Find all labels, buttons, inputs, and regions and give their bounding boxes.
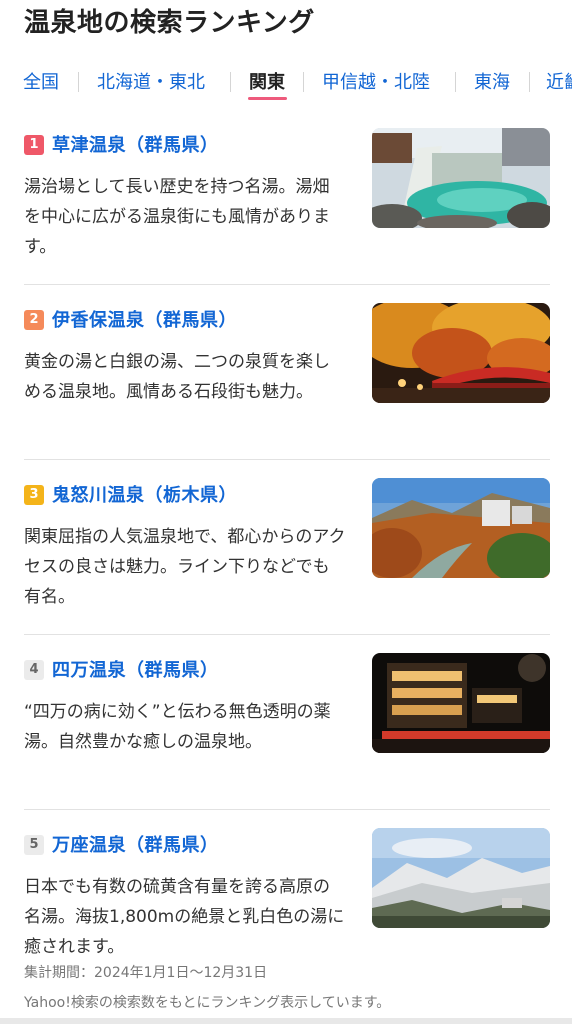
tab-divider	[78, 72, 79, 92]
onsen-name-link[interactable]: 鬼怒川温泉（栃木県）	[52, 481, 237, 507]
rank-badge: 4	[24, 660, 44, 680]
rank-badge: 2	[24, 310, 44, 330]
ryokan-night-bridge-photo[interactable]	[372, 653, 550, 753]
rank-badge: 3	[24, 485, 44, 505]
tab-divider	[529, 72, 530, 92]
onsen-description: 黄金の湯と白銀の湯、二つの泉質を楽しめる温泉地。風情ある石段街も魅力。	[24, 352, 330, 402]
onsen-name-link[interactable]: 伊香保温泉（群馬県）	[52, 306, 237, 332]
tab-divider	[303, 72, 304, 92]
yubatake-hot-spring-photo[interactable]	[372, 128, 550, 228]
tab-kinki[interactable]: 近畿	[546, 68, 572, 94]
onsen-description: “四万の病に効く”と伝わる無色透明の薬湯。自然豊かな癒しの温泉地。	[24, 702, 331, 752]
ranking-item[interactable]: 4 四万温泉（群馬県） “四万の病に効く”と伝わる無色透明の薬湯。自然豊かな癒し…	[24, 635, 550, 810]
tab-zenkoku[interactable]: 全国	[23, 68, 59, 94]
onsen-name-link[interactable]: 万座温泉（群馬県）	[52, 831, 219, 857]
autumn-bridge-night-photo[interactable]	[372, 303, 550, 403]
river-valley-hotels-photo[interactable]	[372, 478, 550, 578]
tab-kanto[interactable]: 関東	[249, 68, 285, 94]
rank-badge: 1	[24, 135, 44, 155]
aggregation-period: 集計期間：2024年1月1日〜12月31日	[24, 965, 268, 981]
ranking-source-note: Yahoo!検索の検索数をもとにランキング表示しています。	[24, 995, 391, 1011]
ranking-item[interactable]: 2 伊香保温泉（群馬県） 黄金の湯と白銀の湯、二つの泉質を楽しめる温泉地。風情あ…	[24, 285, 550, 460]
tab-koshinetsu-hokuriku[interactable]: 甲信越・北陸	[322, 68, 430, 94]
rank-badge: 5	[24, 835, 44, 855]
tab-divider	[455, 72, 456, 92]
ranking-list: 1 草津温泉（群馬県） 湯治場として長い歴史を持つ名湯。湯畑を中心に広がる温泉街…	[24, 110, 550, 985]
ranking-item[interactable]: 3 鬼怒川温泉（栃木県） 関東屈指の人気温泉地で、都心からのアクセスの良さは魅力…	[24, 460, 550, 635]
tab-hokkaido-tohoku[interactable]: 北海道・東北	[97, 68, 205, 94]
page-title: 温泉地の検索ランキング	[24, 8, 315, 38]
onsen-name-link[interactable]: 草津温泉（群馬県）	[52, 131, 219, 157]
onsen-description: 関東屈指の人気温泉地で、都心からのアクセスの良さは魅力。ライン下りなどでも有名。	[24, 527, 346, 607]
onsen-description: 日本でも有数の硫黄含有量を誇る高原の名湯。海抜1,800mの絶景と乳白色の湯に癒…	[24, 877, 345, 957]
ranking-page: 温泉地の検索ランキング 全国 北海道・東北 関東 甲信越・北陸 東海 近畿 1 …	[0, 0, 572, 1024]
tab-tokai[interactable]: 東海	[474, 68, 510, 94]
ranking-item[interactable]: 1 草津温泉（群馬県） 湯治場として長い歴史を持つ名湯。湯畑を中心に広がる温泉街…	[24, 110, 550, 285]
bottom-divider	[0, 1018, 572, 1024]
region-tabs: 全国 北海道・東北 関東 甲信越・北陸 東海 近畿	[0, 62, 572, 102]
snowy-mountain-photo[interactable]	[372, 828, 550, 928]
onsen-description: 湯治場として長い歴史を持つ名湯。湯畑を中心に広がる温泉街にも風情があります。	[24, 177, 330, 257]
active-tab-indicator	[248, 97, 287, 100]
onsen-name-link[interactable]: 四万温泉（群馬県）	[52, 656, 219, 682]
footer-notes: 集計期間：2024年1月1日〜12月31日 Yahoo!検索の検索数をもとにラン…	[24, 958, 564, 1018]
tab-divider	[230, 72, 231, 92]
